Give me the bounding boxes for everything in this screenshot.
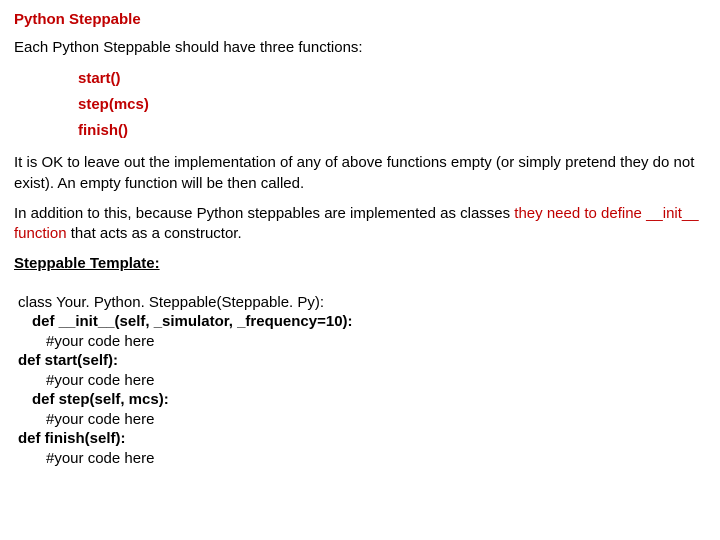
code-line: def step(self, mcs): <box>18 390 706 410</box>
code-line: def start(self): <box>18 351 706 371</box>
code-line: def __init__(self, _simulator, _frequenc… <box>18 312 706 332</box>
para3-part-a: In addition to this, because Python step… <box>14 205 514 222</box>
code-line: class Your. Python. Steppable(Steppable.… <box>18 293 706 313</box>
paragraph-empty-ok: It is OK to leave out the implementation… <box>14 153 706 194</box>
code-template: class Your. Python. Steppable(Steppable.… <box>18 293 706 469</box>
code-line: #your code here <box>18 332 706 352</box>
paragraph-init: In addition to this, because Python step… <box>14 204 706 245</box>
func-step: step(mcs) <box>78 95 706 115</box>
template-heading: Steppable Template: <box>14 254 706 274</box>
intro-text: Each Python Steppable should have three … <box>14 38 706 58</box>
func-start: start() <box>78 69 706 89</box>
func-finish: finish() <box>78 121 706 141</box>
code-line: #your code here <box>18 449 706 469</box>
code-line: #your code here <box>18 410 706 430</box>
function-list: start() step(mcs) finish() <box>14 69 706 142</box>
code-line: #your code here <box>18 371 706 391</box>
page-title: Python Steppable <box>14 10 706 30</box>
code-line: def finish(self): <box>18 429 706 449</box>
para3-part-c: that acts as a constructor. <box>67 225 242 242</box>
